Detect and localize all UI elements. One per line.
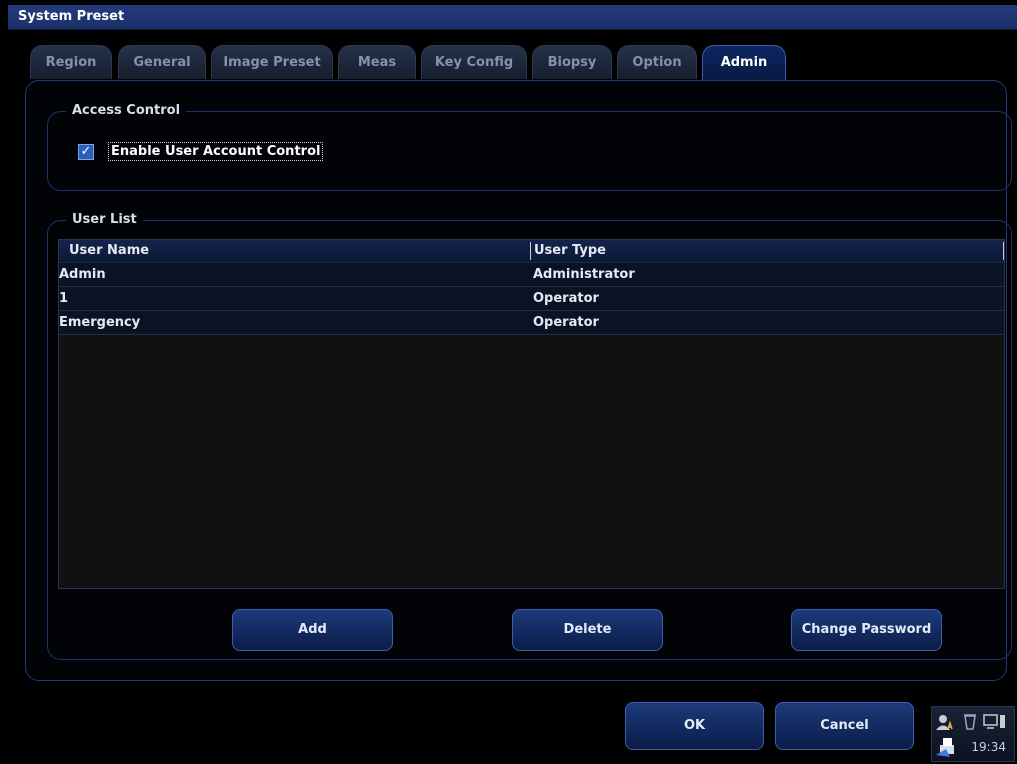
tab-region[interactable]: Region <box>30 45 112 79</box>
user-list-group: User List User Name User Type Admin Admi… <box>47 212 1012 660</box>
monitor-icon[interactable] <box>983 714 1005 729</box>
tab-general[interactable]: General <box>118 45 206 79</box>
user-list-title: User List <box>66 212 143 227</box>
change-password-button[interactable]: Change Password <box>791 609 942 651</box>
tray-icons <box>936 714 1005 757</box>
access-control-title: Access Control <box>66 103 187 118</box>
enable-uac-checkbox[interactable]: ✓ <box>78 144 94 160</box>
add-user-button[interactable]: Add <box>232 609 393 651</box>
cell-user-name: Emergency <box>59 315 141 330</box>
recycle-bin-icon[interactable] <box>964 714 976 730</box>
tab-image-preset[interactable]: Image Preset <box>211 45 333 79</box>
system-tray: 19:34 <box>931 706 1015 762</box>
tray-clock: 19:34 <box>971 740 1006 754</box>
column-header-user-type[interactable]: User Type <box>534 243 606 258</box>
cell-user-type: Administrator <box>533 267 635 282</box>
column-divider[interactable] <box>530 242 531 260</box>
user-icon[interactable] <box>936 715 953 730</box>
table-row[interactable]: Admin Administrator <box>59 263 1004 287</box>
table-row[interactable]: Emergency Operator <box>59 311 1004 335</box>
table-header: User Name User Type <box>59 240 1004 263</box>
ok-button[interactable]: OK <box>625 702 764 750</box>
tab-option[interactable]: Option <box>617 45 697 79</box>
column-header-user-name[interactable]: User Name <box>69 243 149 258</box>
cell-user-name: Admin <box>59 267 106 282</box>
cancel-button[interactable]: Cancel <box>775 702 914 750</box>
cell-user-name: 1 <box>59 291 69 306</box>
tab-admin[interactable]: Admin <box>702 45 786 81</box>
printer-icon[interactable] <box>936 738 954 757</box>
cell-user-type: Operator <box>533 315 599 330</box>
tab-meas[interactable]: Meas <box>338 45 416 79</box>
table-row[interactable]: 1 Operator <box>59 287 1004 311</box>
delete-user-button[interactable]: Delete <box>512 609 663 651</box>
window-title: System Preset <box>18 9 125 24</box>
cell-user-type: Operator <box>533 291 599 306</box>
tab-biopsy[interactable]: Biopsy <box>532 45 612 79</box>
tab-key-config[interactable]: Key Config <box>421 45 527 79</box>
access-control-group: Access Control ✓ Enable User Account Con… <box>47 103 1012 191</box>
admin-panel: Access Control ✓ Enable User Account Con… <box>25 80 1012 681</box>
enable-uac-label[interactable]: Enable User Account Control <box>108 142 324 161</box>
user-list-table[interactable]: User Name User Type Admin Administrator … <box>58 239 1005 589</box>
checkmark-icon: ✓ <box>80 144 92 159</box>
title-bar: System Preset <box>8 5 1017 30</box>
column-divider[interactable] <box>1003 242 1004 260</box>
